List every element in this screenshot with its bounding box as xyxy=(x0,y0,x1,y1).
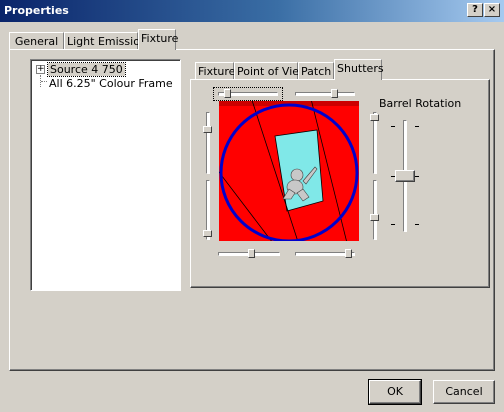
inner-tab-patch[interactable]: Patch xyxy=(298,62,334,80)
inner-tab-shutters[interactable]: Shutters xyxy=(334,59,384,80)
slider-track xyxy=(206,112,210,174)
tab-fixture-label: Fixture xyxy=(141,32,179,45)
barrel-rotation-slider[interactable] xyxy=(385,112,425,240)
slider-thumb[interactable] xyxy=(224,89,231,98)
window-title: Properties xyxy=(4,4,69,17)
ok-button[interactable]: OK xyxy=(368,379,422,405)
shutter-top-right-slider[interactable] xyxy=(293,88,357,100)
slider-track xyxy=(373,180,377,240)
inner-tab-patch-label: Patch xyxy=(301,65,332,78)
tab-fixture[interactable]: Fixture xyxy=(138,29,179,50)
inner-tab-shutters-label: Shutters xyxy=(337,62,384,75)
tree-item-frame[interactable]: All 6.25" Colour Frame xyxy=(49,77,173,90)
tab-light-emission[interactable]: Light Emission xyxy=(64,32,147,50)
shutter-bottom-right-slider[interactable] xyxy=(293,248,357,260)
close-button[interactable]: × xyxy=(484,3,500,17)
beam-preview xyxy=(208,90,359,252)
tab-general-label: General xyxy=(14,35,59,48)
slider-thumb[interactable] xyxy=(370,114,379,121)
slider-thumb[interactable] xyxy=(248,249,255,258)
expand-icon[interactable]: + xyxy=(36,65,45,74)
shutter-right-bottom-slider[interactable] xyxy=(369,180,381,240)
tree-item-source[interactable]: Source 4 750 xyxy=(47,62,126,77)
tab-light-emission-label: Light Emission xyxy=(67,35,147,48)
slider-track xyxy=(295,92,355,96)
cancel-button[interactable]: Cancel xyxy=(433,380,495,404)
help-button[interactable]: ? xyxy=(467,3,483,17)
shutter-bottom-left-slider[interactable] xyxy=(216,248,282,260)
inner-tab-point-of-view[interactable]: Point of View xyxy=(234,62,308,80)
shutter-left-top-slider[interactable] xyxy=(202,112,214,174)
inner-tab-fixture[interactable]: Fixture xyxy=(195,62,236,80)
slider-thumb[interactable] xyxy=(395,170,415,182)
slider-thumb[interactable] xyxy=(370,214,379,221)
title-bar[interactable]: Properties ? × xyxy=(0,0,504,22)
barrel-rotation-label: Barrel Rotation xyxy=(379,97,462,110)
slider-thumb[interactable] xyxy=(331,89,338,98)
slider-track xyxy=(373,112,377,174)
tree-connector-h xyxy=(41,81,47,82)
tree-view[interactable]: + Source 4 750 All 6.25" Colour Frame xyxy=(30,59,181,291)
slider-thumb[interactable] xyxy=(345,249,352,258)
slider-thumb[interactable] xyxy=(203,126,212,133)
shutter-top-left-slider[interactable] xyxy=(213,87,283,101)
shutter-left-bottom-slider[interactable] xyxy=(202,180,214,240)
slider-thumb[interactable] xyxy=(203,230,212,237)
shutter-right-top-slider[interactable] xyxy=(369,112,381,174)
inner-tab-fixture-label: Fixture xyxy=(198,65,236,78)
beam-preview-svg xyxy=(208,90,359,252)
tab-general[interactable]: General xyxy=(9,32,64,50)
